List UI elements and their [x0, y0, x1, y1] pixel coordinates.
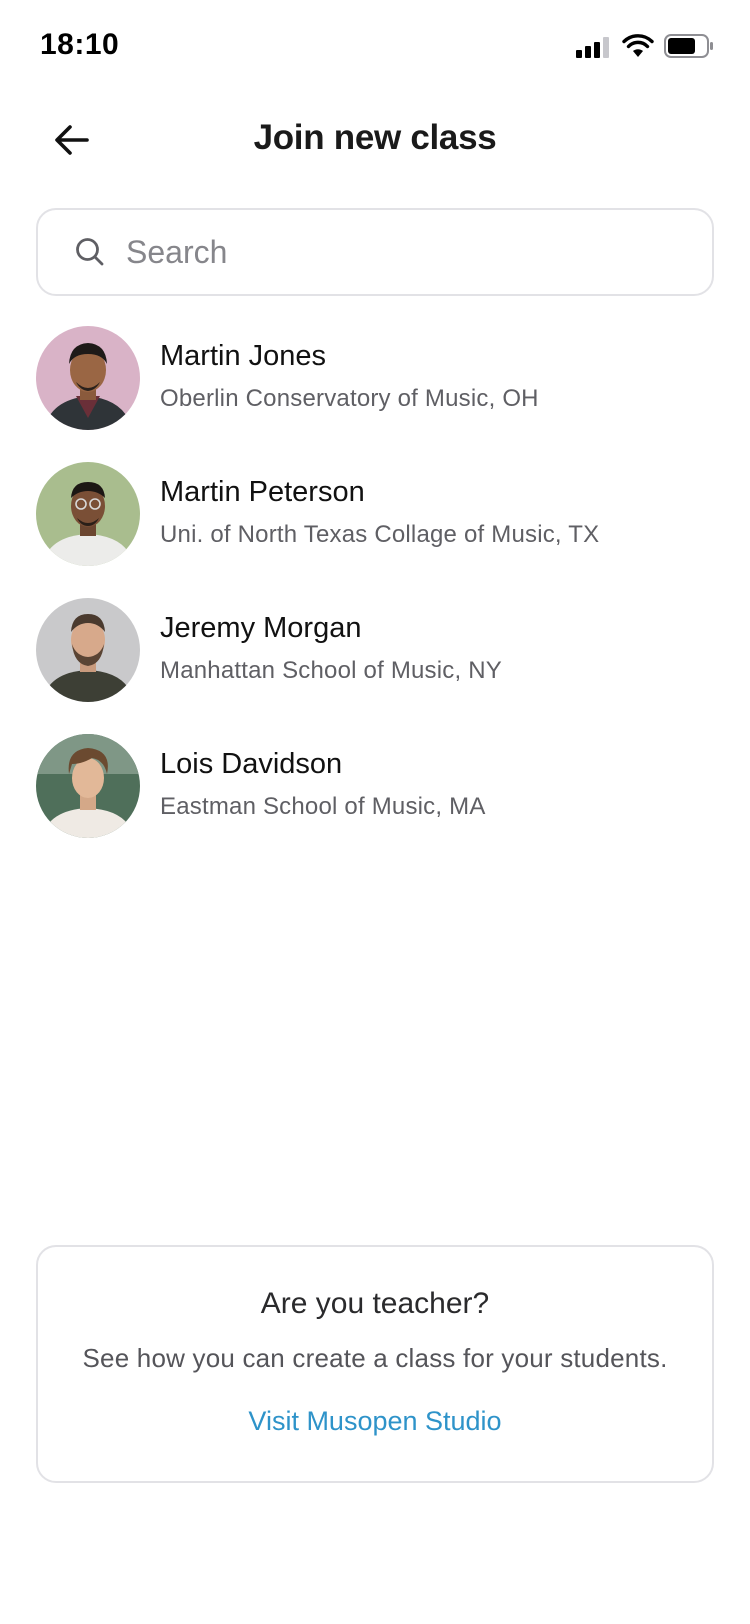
teacher-school: Oberlin Conservatory of Music, OH — [160, 385, 539, 412]
search-box[interactable] — [36, 208, 714, 296]
teacher-name: Jeremy Morgan — [160, 612, 362, 644]
battery-icon — [664, 34, 714, 58]
list-item[interactable]: Martin Jones Oberlin Conservatory of Mus… — [36, 326, 714, 462]
teacher-name: Martin Jones — [160, 340, 327, 372]
avatar — [36, 326, 140, 430]
teacher-school: Manhattan School of Music, NY — [160, 657, 502, 684]
list-item[interactable]: Jeremy Morgan Manhattan School of Music,… — [36, 598, 714, 734]
wifi-icon — [622, 32, 654, 58]
avatar — [36, 462, 140, 566]
status-time: 18:10 — [40, 28, 120, 61]
teacher-school: Eastman School of Music, MA — [160, 793, 486, 820]
status-bar: 18:10 — [0, 0, 750, 90]
avatar — [36, 734, 140, 838]
header: Join new class — [0, 100, 750, 180]
teacher-list: Martin Jones Oberlin Conservatory of Mus… — [36, 326, 714, 870]
teacher-card: Are you teacher? See how you can create … — [36, 1245, 714, 1483]
card-title: Are you teacher? — [260, 1287, 490, 1320]
teacher-name: Lois Davidson — [160, 748, 343, 780]
search-input[interactable] — [126, 233, 686, 271]
list-item[interactable]: Lois Davidson Eastman School of Music, M… — [36, 734, 714, 870]
signal-icon — [576, 36, 612, 58]
teacher-name: Martin Peterson — [160, 476, 365, 508]
avatar — [36, 598, 140, 702]
list-item[interactable]: Martin Peterson Uni. of North Texas Coll… — [36, 462, 714, 598]
page-title: Join new class — [253, 118, 497, 157]
teacher-school: Uni. of North Texas Collage of Music, TX — [160, 521, 600, 548]
search-icon — [76, 238, 104, 266]
card-text: See how you can create a class for your … — [82, 1343, 668, 1373]
visit-studio-link[interactable]: Visit Musopen Studio — [248, 1406, 501, 1437]
